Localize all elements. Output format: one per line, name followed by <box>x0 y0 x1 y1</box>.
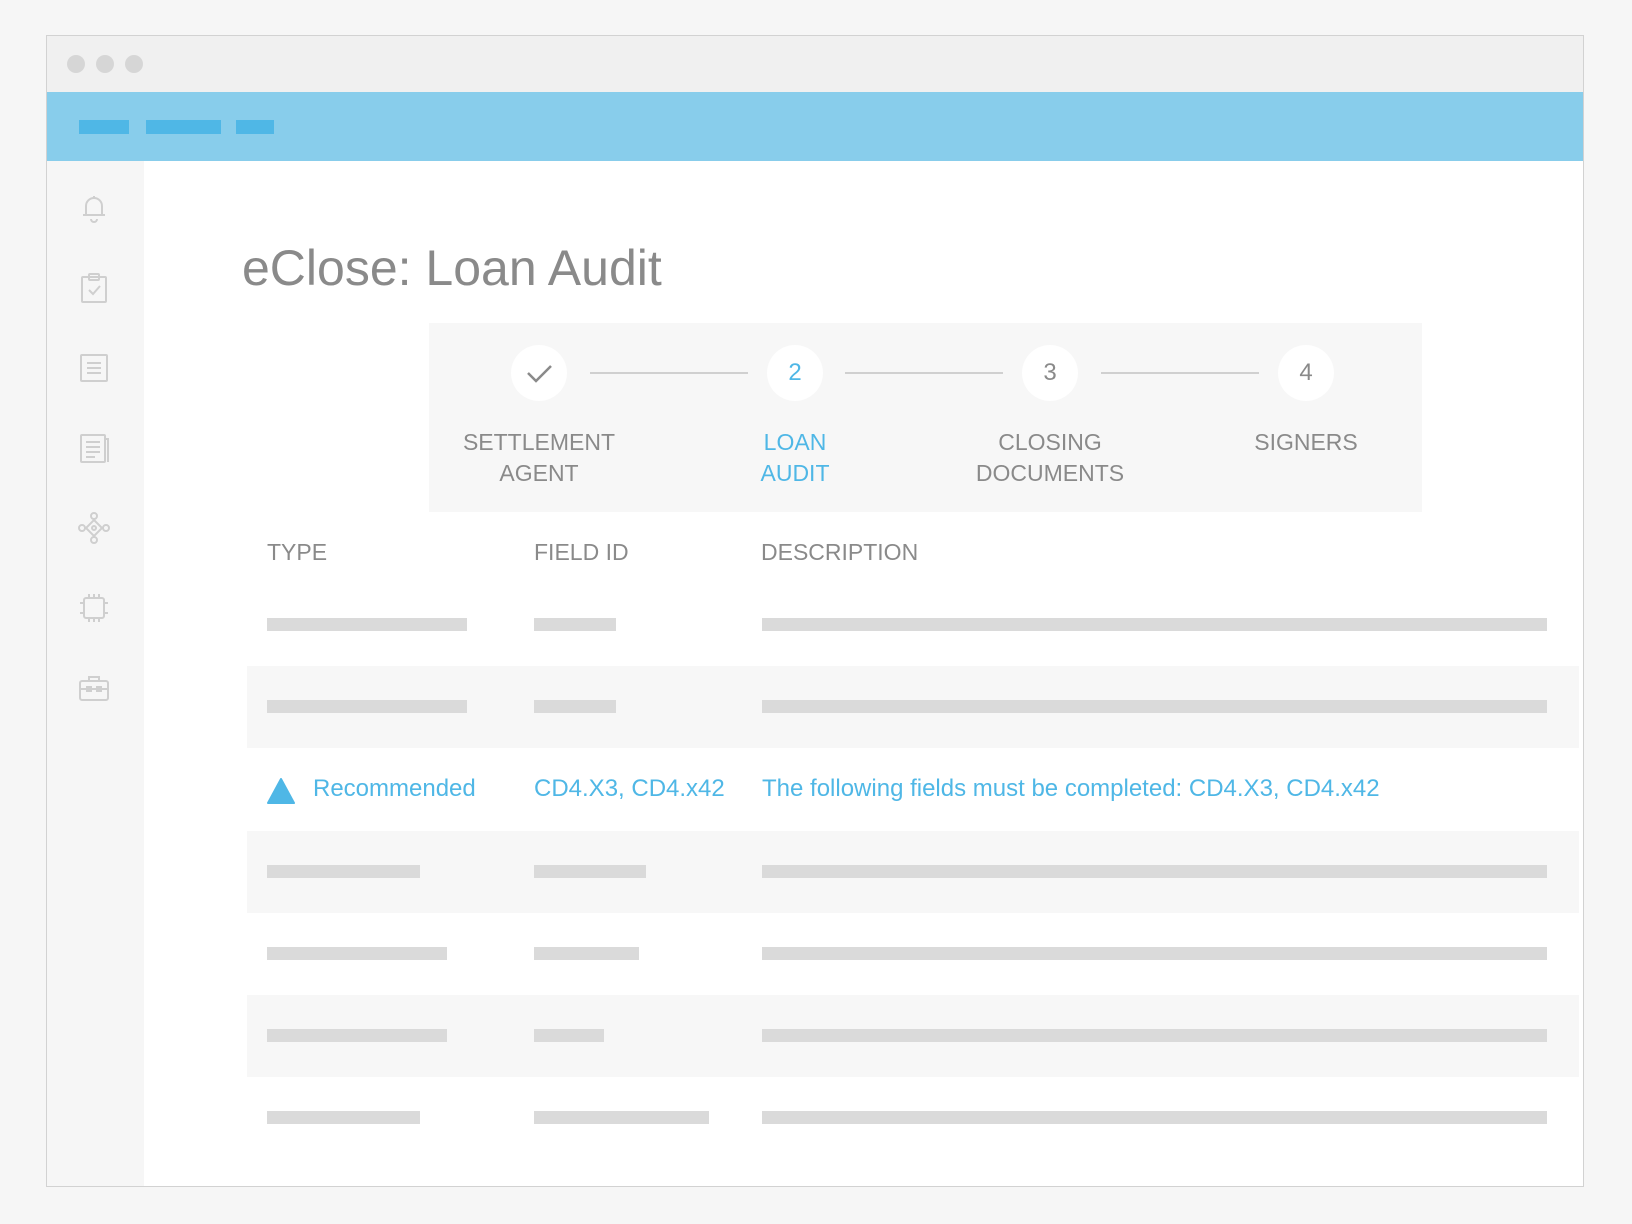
placeholder-bar <box>534 1029 604 1042</box>
step-1-label-line2: AGENT <box>499 460 579 486</box>
step-4-circle[interactable]: 4 <box>1278 345 1334 401</box>
document-icon[interactable] <box>77 431 111 465</box>
table-row[interactable] <box>247 1077 1579 1159</box>
placeholder-bar <box>534 700 616 713</box>
placeholder-bar <box>267 1029 447 1042</box>
placeholder-bar <box>267 865 420 878</box>
placeholder-bar <box>762 1111 1547 1124</box>
briefcase-icon[interactable] <box>77 671 111 705</box>
progress-stepper: 2 3 4 SETTLEMENT AGENT LOAN AUDIT CLOSIN… <box>429 323 1422 512</box>
step-4-label-line1: SIGNERS <box>1254 429 1358 455</box>
step-3-label: CLOSING DOCUMENTS <box>950 427 1150 489</box>
step-1-label-line1: SETTLEMENT <box>462 429 616 455</box>
clipboard-check-icon[interactable] <box>77 271 111 305</box>
list-icon[interactable] <box>77 351 111 385</box>
row-description: The following fields must be completed: … <box>762 775 1380 802</box>
placeholder-bar <box>534 618 616 631</box>
step-2-label-line2: AUDIT <box>760 460 830 486</box>
placeholder-bar <box>267 1111 420 1124</box>
window-close-dot[interactable] <box>67 55 85 73</box>
sidebar <box>47 161 144 1186</box>
row-field-id[interactable]: CD4.X3, CD4.x42 <box>534 775 725 803</box>
step-4-label: SIGNERS <box>1206 427 1406 458</box>
table-row[interactable] <box>247 666 1579 748</box>
step-1-label: SETTLEMENT AGENT <box>439 427 639 489</box>
placeholder-bar <box>762 1029 1547 1042</box>
step-2-label: LOAN AUDIT <box>695 427 895 489</box>
placeholder-bar <box>534 1111 709 1124</box>
nav-placeholder-3[interactable] <box>236 120 274 134</box>
network-icon[interactable] <box>77 511 111 545</box>
row-type: Recommended <box>313 775 476 802</box>
nav-placeholder-2[interactable] <box>146 120 221 134</box>
window-maximize-dot[interactable] <box>125 55 143 73</box>
step-connector <box>1101 372 1259 374</box>
table-row-recommended[interactable]: Recommended CD4.X3, CD4.x42 The followin… <box>247 749 1579 831</box>
step-2-label-line1: LOAN <box>763 429 827 455</box>
column-header-type[interactable]: TYPE <box>267 539 327 566</box>
bell-icon[interactable] <box>77 191 111 225</box>
column-header-field-id[interactable]: FIELD ID <box>534 539 629 566</box>
step-2-circle[interactable]: 2 <box>767 345 823 401</box>
step-3-circle[interactable]: 3 <box>1022 345 1078 401</box>
check-icon <box>527 365 552 383</box>
main-content: eClose: Loan Audit 2 3 4 SETTLEMENT AGEN… <box>144 161 1583 1186</box>
table-row[interactable] <box>247 913 1579 995</box>
placeholder-bar <box>267 618 467 631</box>
warning-triangle-icon <box>267 778 295 804</box>
placeholder-bar <box>534 865 646 878</box>
step-connector <box>590 372 748 374</box>
chip-icon[interactable] <box>77 591 111 625</box>
placeholder-bar <box>267 947 447 960</box>
table-row[interactable] <box>247 995 1579 1077</box>
placeholder-bar <box>534 947 639 960</box>
placeholder-bar <box>762 618 1547 631</box>
placeholder-bar <box>267 700 467 713</box>
browser-window: eClose: Loan Audit 2 3 4 SETTLEMENT AGEN… <box>46 35 1584 1187</box>
step-connector <box>845 372 1003 374</box>
table-row[interactable] <box>247 831 1579 913</box>
placeholder-bar <box>762 865 1547 878</box>
nav-placeholder-1[interactable] <box>79 120 129 134</box>
placeholder-bar <box>762 947 1547 960</box>
window-minimize-dot[interactable] <box>96 55 114 73</box>
placeholder-bar <box>762 700 1547 713</box>
table-row[interactable] <box>247 584 1579 666</box>
column-header-description[interactable]: DESCRIPTION <box>761 539 918 566</box>
step-3-label-line2: DOCUMENTS <box>975 460 1125 486</box>
step-3-label-line1: CLOSING <box>998 429 1102 455</box>
title-bar <box>47 36 1583 92</box>
step-1-circle[interactable] <box>511 345 567 401</box>
page-title: eClose: Loan Audit <box>242 240 662 296</box>
app-header <box>47 92 1583 161</box>
